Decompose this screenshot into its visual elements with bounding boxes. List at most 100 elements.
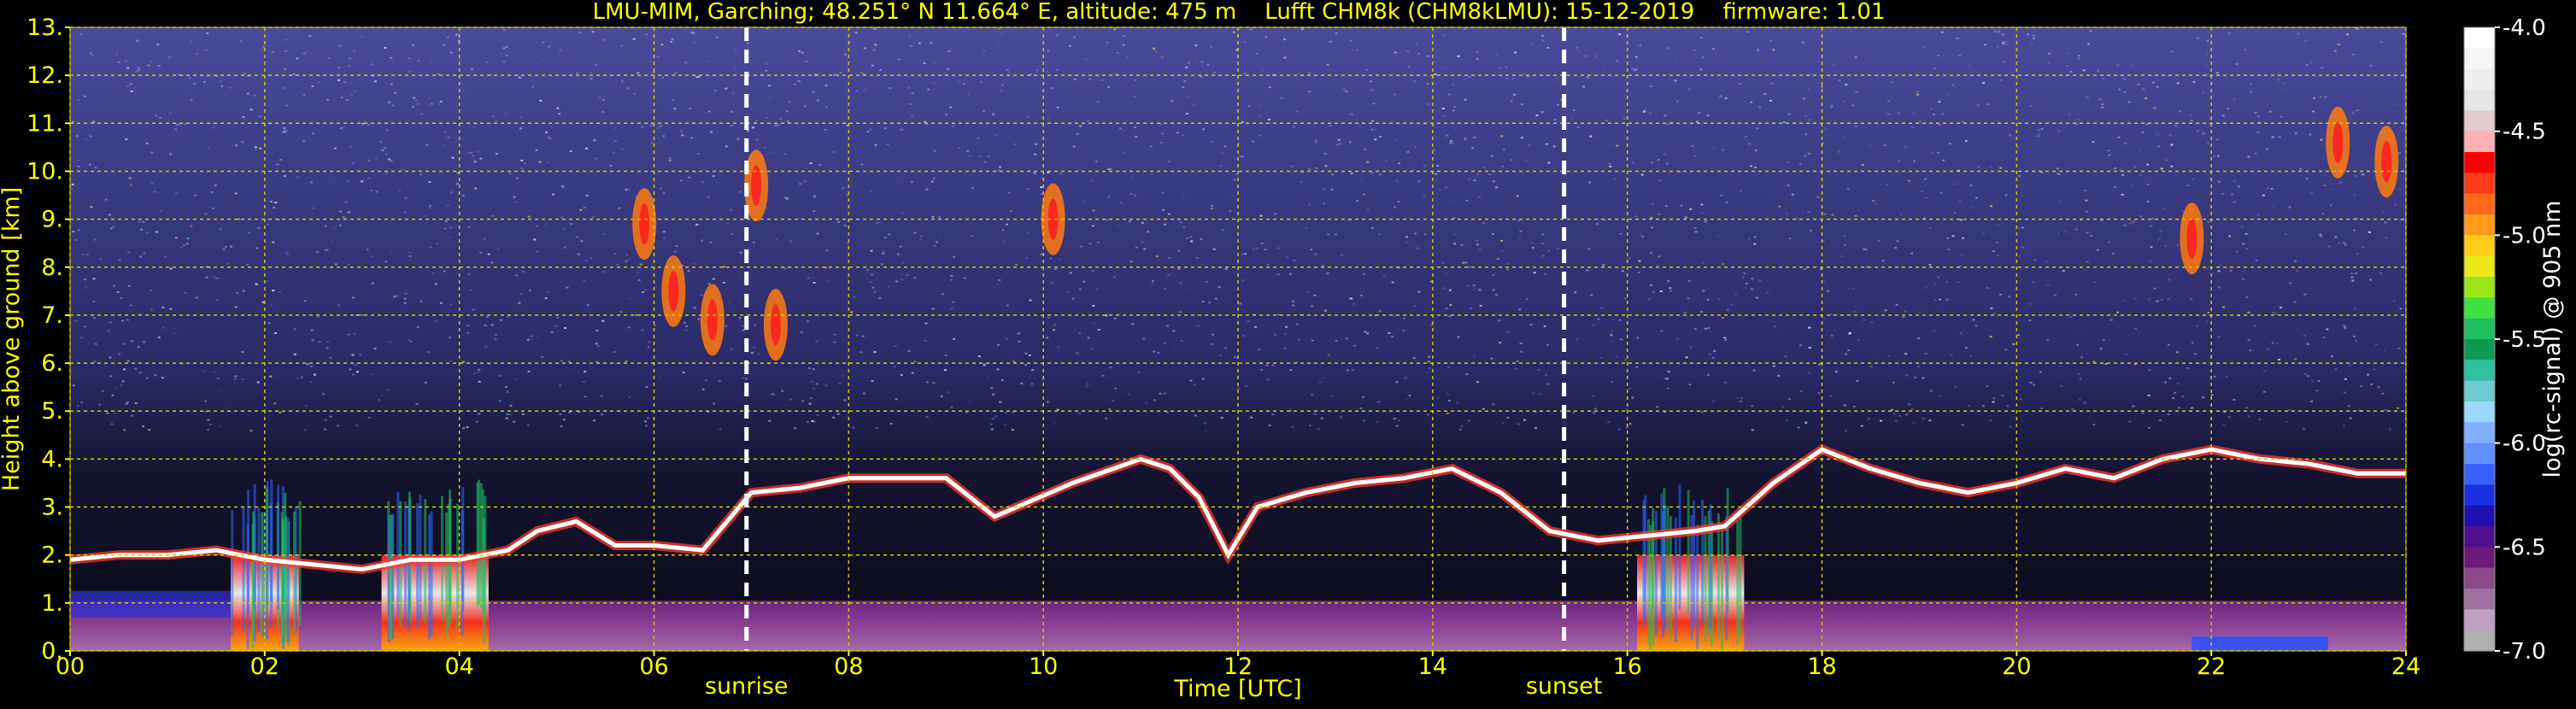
noise-dot bbox=[1992, 249, 1995, 252]
noise-dot bbox=[2247, 339, 2250, 342]
noise-dot bbox=[1816, 196, 1820, 198]
noise-dot bbox=[1374, 136, 1376, 138]
noise-dot bbox=[1069, 44, 1071, 47]
noise-dot bbox=[1593, 412, 1596, 414]
noise-dot bbox=[1200, 61, 1204, 63]
noise-dot bbox=[2193, 353, 2197, 355]
noise-dot bbox=[1427, 103, 1430, 105]
noise-dot bbox=[1658, 179, 1662, 182]
noise-dot bbox=[1195, 256, 1199, 259]
noise-dot bbox=[361, 122, 365, 125]
noise-dot bbox=[2302, 428, 2305, 431]
noise-dot bbox=[2191, 407, 2194, 409]
noise-dot bbox=[1701, 56, 1705, 59]
noise-dot bbox=[809, 397, 813, 400]
noise-dot bbox=[687, 270, 690, 272]
noise-dot bbox=[2288, 206, 2291, 208]
x-axis-label: Time [UTC] bbox=[1173, 676, 1301, 702]
noise-dot bbox=[2344, 378, 2347, 380]
noise-dot bbox=[644, 33, 648, 36]
noise-dot bbox=[70, 188, 73, 190]
noise-dot bbox=[567, 360, 571, 363]
noise-dot bbox=[2289, 282, 2292, 284]
noise-dot bbox=[195, 296, 198, 299]
noise-dot bbox=[1968, 405, 1971, 407]
colorbar-segment bbox=[2464, 48, 2495, 70]
noise-dot bbox=[662, 135, 666, 138]
noise-dot bbox=[204, 411, 208, 413]
noise-dot bbox=[1745, 282, 1748, 284]
noise-dot bbox=[439, 302, 443, 304]
noise-dot bbox=[1163, 392, 1166, 395]
noise-dot bbox=[1541, 233, 1545, 236]
noise-dot bbox=[2004, 40, 2008, 43]
noise-dot bbox=[896, 181, 900, 183]
noise-dot bbox=[1706, 298, 1710, 301]
noise-dot bbox=[97, 54, 100, 56]
noise-dot bbox=[2148, 426, 2151, 429]
noise-dot bbox=[619, 311, 623, 313]
noise-dot bbox=[2343, 425, 2345, 427]
noise-dot bbox=[2355, 340, 2358, 343]
noise-dot bbox=[514, 201, 518, 203]
noise-dot bbox=[502, 61, 506, 63]
noise-dot bbox=[2219, 264, 2222, 267]
noise-dot bbox=[1797, 426, 1800, 429]
noise-dot bbox=[1977, 166, 1980, 168]
colorbar-segment bbox=[2464, 401, 2495, 423]
noise-dot bbox=[132, 87, 136, 90]
noise-dot bbox=[1908, 179, 1910, 182]
noise-dot bbox=[1854, 214, 1857, 217]
noise-dot bbox=[1293, 126, 1296, 128]
noise-dot bbox=[2167, 298, 2170, 300]
noise-dot bbox=[1716, 235, 1720, 237]
y-tick-label: 9. bbox=[41, 207, 63, 233]
noise-dot bbox=[1787, 161, 1789, 163]
noise-dot bbox=[995, 415, 998, 418]
noise-dot bbox=[1295, 323, 1299, 325]
noise-dot bbox=[169, 308, 173, 310]
noise-dot bbox=[2293, 260, 2297, 262]
y-axis-label: Height above ground [km] bbox=[0, 187, 25, 491]
noise-dot bbox=[93, 360, 97, 363]
noise-dot bbox=[1250, 416, 1253, 419]
x-tick-label: 14 bbox=[1418, 653, 1447, 680]
noise-dot bbox=[1335, 144, 1339, 146]
noise-dot bbox=[2129, 64, 2133, 66]
noise-dot bbox=[1350, 173, 1353, 175]
noise-dot bbox=[1856, 379, 1859, 382]
noise-dot bbox=[807, 277, 810, 279]
noise-dot bbox=[2040, 127, 2044, 130]
noise-dot bbox=[538, 161, 542, 163]
noise-dot bbox=[1502, 422, 1505, 425]
noise-dot bbox=[114, 387, 117, 390]
noise-dot bbox=[1688, 384, 1692, 386]
noise-dot bbox=[520, 167, 524, 170]
noise-dot bbox=[2202, 396, 2205, 399]
noise-dot bbox=[2114, 167, 2116, 170]
noise-dot bbox=[1182, 194, 1186, 196]
noise-dot bbox=[1408, 395, 1411, 397]
noise-dot bbox=[2175, 351, 2179, 354]
noise-dot bbox=[1804, 268, 1807, 271]
fall-streak bbox=[252, 512, 255, 637]
noise-dot bbox=[140, 228, 144, 231]
noise-dot bbox=[871, 64, 874, 67]
colorbar: -4.0-4.5-5.0-5.5-6.0-6.5-7.0 bbox=[2463, 15, 2546, 665]
noise-dot bbox=[774, 124, 777, 126]
noise-dot bbox=[2210, 394, 2214, 396]
noise-dot bbox=[1186, 237, 1188, 239]
noise-dot bbox=[806, 167, 809, 169]
noise-dot bbox=[1116, 51, 1119, 54]
noise-dot bbox=[1787, 398, 1791, 401]
colorbar-segment bbox=[2464, 318, 2495, 340]
y-tick-label: 12. bbox=[26, 62, 63, 89]
noise-dot bbox=[1122, 129, 1125, 132]
noise-dot bbox=[725, 86, 729, 89]
noise-dot bbox=[2222, 306, 2226, 308]
noise-dot bbox=[1335, 32, 1338, 35]
noise-dot bbox=[334, 147, 337, 149]
noise-dot bbox=[1413, 305, 1417, 308]
noise-dot bbox=[625, 260, 628, 262]
noise-dot bbox=[1345, 91, 1348, 93]
